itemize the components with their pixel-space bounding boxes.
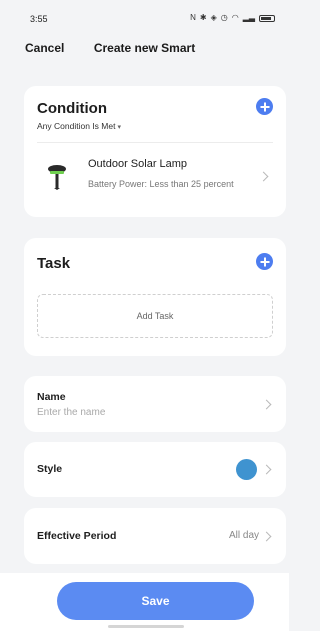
style-color-swatch (236, 459, 257, 480)
device-condition-detail: Battery Power: Less than 25 percent (88, 179, 234, 189)
solar-lamp-icon (48, 165, 66, 190)
condition-mode-label: Any Condition Is Met (37, 121, 116, 131)
nfc-icon: N (190, 13, 196, 22)
condition-title: Condition (37, 100, 107, 117)
divider (37, 142, 273, 143)
condition-mode-dropdown[interactable]: Any Condition Is Met ▾ (37, 121, 121, 131)
task-title: Task (37, 255, 71, 272)
name-label: Name (37, 391, 66, 403)
style-label: Style (37, 463, 63, 475)
condition-card: Condition Any Condition Is Met ▾ Outdoor … (24, 86, 286, 217)
signal-icon: ▂▃ (242, 13, 255, 22)
add-task-icon[interactable] (256, 253, 273, 270)
name-field-row[interactable]: Name Enter the name (24, 376, 286, 432)
chevron-right-icon (261, 531, 272, 542)
effective-period-row[interactable]: Effective Period All day (24, 508, 286, 564)
header: Cancel Create new Smart (0, 34, 289, 64)
device-name: Outdoor Solar Lamp (88, 158, 188, 170)
chevron-right-icon (261, 399, 272, 410)
battery-icon (259, 14, 275, 22)
status-bar: 3:55 N ✱ ◈ ◷ ◠ ▂▃ (0, 0, 289, 34)
home-indicator (108, 625, 184, 628)
effective-period-value: All day (228, 530, 259, 541)
add-task-button[interactable]: Add Task (37, 294, 273, 338)
wifi-icon: ◠ (231, 13, 239, 22)
effective-period-label: Effective Period (37, 530, 117, 542)
status-icons: N ✱ ◈ ◷ ◠ ▂▃ (190, 13, 275, 23)
page-title: Create new Smart (93, 41, 196, 55)
vibrate-icon: ◈ (210, 13, 217, 22)
condition-device-row[interactable]: Outdoor Solar Lamp Battery Power: Less t… (24, 146, 286, 206)
chevron-right-icon (258, 171, 269, 182)
status-time: 3:55 (30, 14, 48, 24)
add-condition-icon[interactable] (256, 98, 273, 115)
bottom-bar: Save (0, 573, 289, 631)
save-button[interactable]: Save (57, 582, 254, 620)
name-placeholder: Enter the name (37, 407, 106, 418)
caret-down-icon: ▾ (117, 124, 121, 131)
alarm-icon: ◷ (220, 13, 228, 22)
style-row[interactable]: Style (24, 442, 286, 497)
task-card: Task Add Task (24, 238, 286, 356)
chevron-right-icon (261, 464, 272, 475)
bluetooth-icon: ✱ (199, 13, 207, 22)
